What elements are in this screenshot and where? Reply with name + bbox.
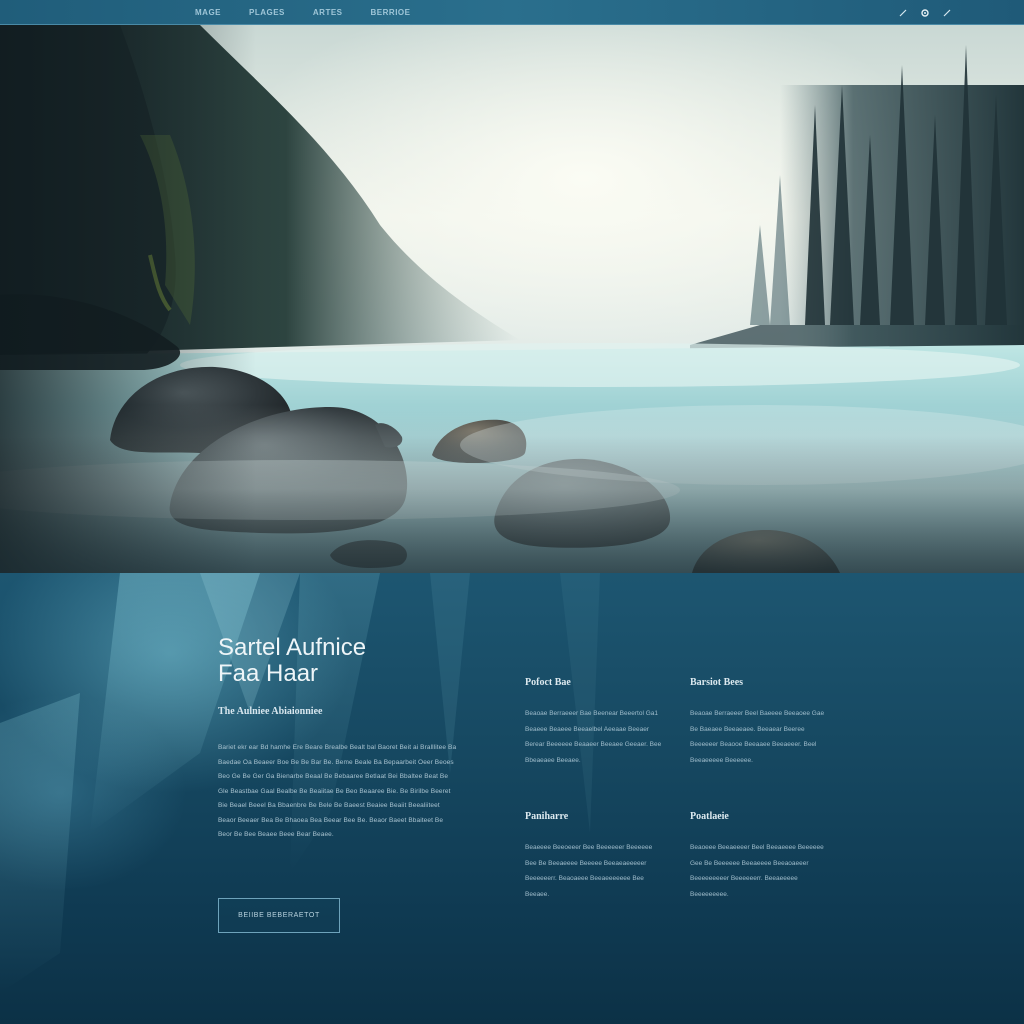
feature-column-1: Pofoct Bae Beaoae Berraeeer Bae Beenear … (525, 677, 665, 768)
nav-link-2[interactable]: PLAGES (249, 8, 285, 17)
feature-column-3: Paniharre Beaeeee Beeoeeer Bee Beeeeeer … (525, 811, 665, 902)
pencil-icon[interactable] (942, 8, 952, 18)
background-light-rays (0, 573, 600, 993)
feature-text: Beaeeee Beeoeeer Bee Beeeeeer Beeeeee Be… (525, 844, 653, 898)
feature-heading: Pofoct Bae (525, 677, 571, 688)
feature-heading: Poatlaeie (690, 811, 729, 822)
subheading: The Aulniee Abiaionniee (218, 706, 323, 717)
feature-text: Beaoae Berraeeer Bae Beenear Beeertol Ga… (525, 710, 662, 764)
intro-paragraph: Bariet ekr ear Bd hamhe Ere Beare Brealb… (218, 744, 457, 838)
page-title-line-1: Sartel Aufnice (218, 634, 367, 661)
pencil-icon[interactable] (898, 8, 908, 18)
feature-column-4: Poatlaeie Beaoeee Beeaeeeer Beel Beeaeee… (690, 811, 830, 902)
content-section: Sartel Aufnice Faa Haar The Aulniee Abia… (0, 573, 1024, 1024)
feature-column-2: Barsiot Bees Beaoae Berraeeer Beel Baeee… (690, 677, 830, 768)
nav-link-4[interactable]: BERRIOE (371, 8, 411, 17)
page-title: Sartel Aufnice Faa Haar (218, 635, 366, 687)
feature-heading: Barsiot Bees (690, 677, 744, 688)
page-title-line-2: Faa Haar (218, 660, 319, 687)
search-icon[interactable] (920, 8, 930, 18)
nav-links: MAGE PLAGES ARTES BERRIOE (195, 0, 410, 25)
cta-button[interactable]: BEIIBE BEBERAETOT (218, 898, 340, 933)
feature-text: Beaoeee Beeaeeeer Beel Beeaeeee Beeeeee … (690, 844, 824, 898)
feature-heading: Paniharre (525, 811, 569, 822)
nav-link-1[interactable]: MAGE (195, 8, 221, 17)
misty-lake-illustration (0, 25, 1024, 573)
nav-link-3[interactable]: ARTES (313, 8, 343, 17)
nav-icons (898, 0, 952, 25)
hero-image (0, 25, 1024, 573)
top-navigation-bar: MAGE PLAGES ARTES BERRIOE (0, 0, 1024, 25)
feature-text: Beaoae Berraeeer Beel Baeeee Beeaoee Gae… (690, 710, 825, 764)
